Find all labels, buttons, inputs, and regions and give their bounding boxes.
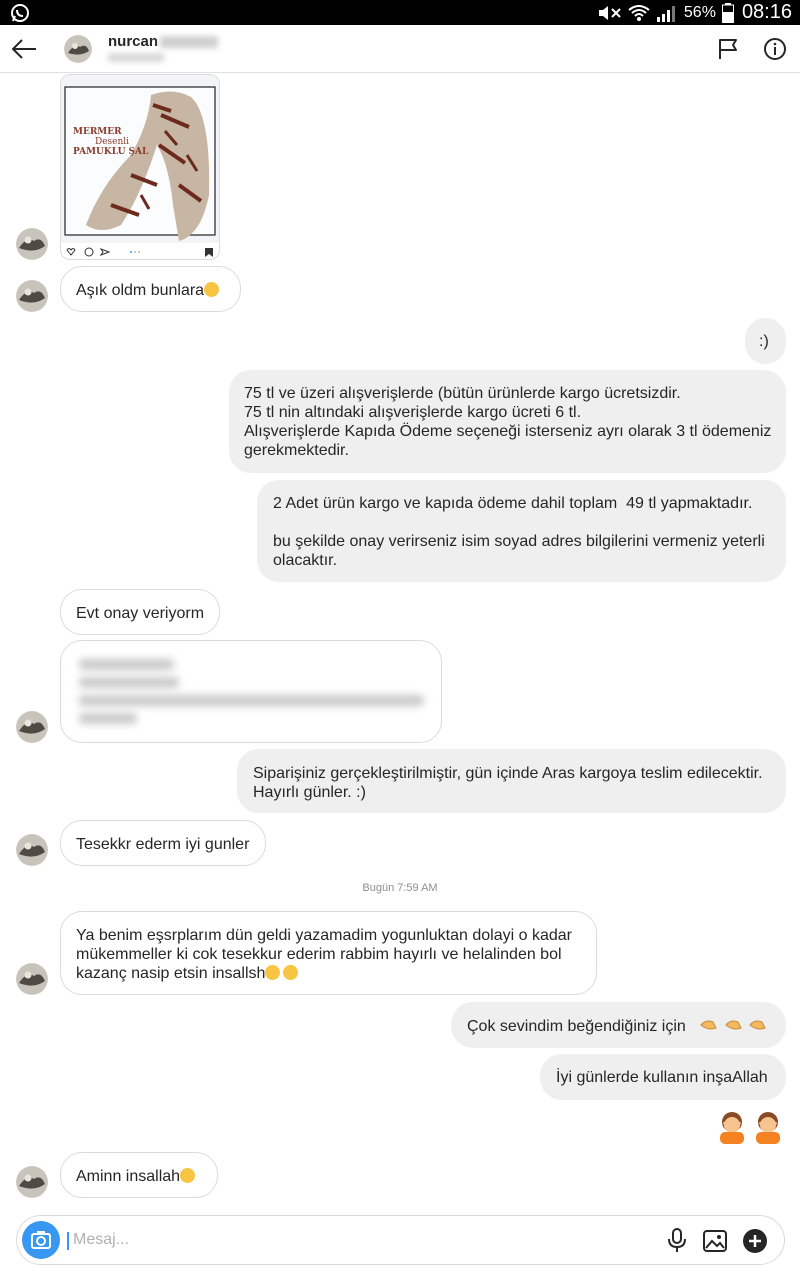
message-outgoing[interactable]: 2 Adet ürün kargo ve kapıda ödeme dahil … [257,480,786,582]
smirk-emoji-icon [283,965,299,980]
message-text: İyi günlerde kullanın inşaAllah [556,1069,768,1086]
status-bar: 56% 08:16 [0,0,800,25]
whatsapp-icon [11,4,29,22]
avatar[interactable] [16,228,48,260]
avatar[interactable] [16,963,48,995]
message-incoming-redacted[interactable] [60,640,442,743]
post-actions-bar [66,247,213,257]
message-text: 75 tl ve üzeri alışverişlerde (bütün ürü… [244,385,772,459]
microphone-icon[interactable] [667,1228,687,1254]
message-incoming[interactable]: Tesekkr ederm iyi gunler [60,820,266,866]
smirk-emoji-icon [265,965,281,980]
wifi-icon [628,4,650,21]
battery-icon [721,2,734,23]
shared-post-image: MERMER Desenli PAMUKLU ŞAL [61,75,219,243]
message-composer [16,1215,785,1265]
message-text: :) [759,333,769,350]
message-text: Tesekkr ederm iyi gunler [76,836,250,853]
info-icon[interactable] [763,37,787,61]
shared-post-subtitle: Desenli [95,137,130,147]
message-outgoing[interactable]: 75 tl ve üzeri alışverişlerde (bütün ürü… [229,370,786,473]
message-text: Aşık oldm bunlara [76,282,205,299]
contact-status-redacted [108,53,164,62]
contact-avatar[interactable] [64,35,92,63]
message-text: Aminn insallah [76,1168,181,1185]
clock: 08:16 [741,1,792,23]
battery-percent: 56% [683,3,716,21]
avatar[interactable] [16,280,48,312]
message-outgoing[interactable]: Siparişiniz gerçekleştirilmiştir, gün iç… [237,749,786,813]
message-text: Ya benim eşsrplarım dün geldi yazamadim … [76,927,572,982]
message-timestamp: Bugün 7:59 AM [362,882,438,894]
message-text: 2 Adet ürün kargo ve kapıda ödeme dahil … [273,495,765,569]
message-incoming[interactable]: Ya benim eşsrplarım dün geldi yazamadim … [60,911,597,995]
see-no-evil-person-emoji-icon [720,1112,780,1144]
message-text: Çok sevindim beğendiğiniz için [467,1018,686,1035]
contact-name[interactable]: nurcan [108,33,219,50]
grinning-emoji-icon [204,282,220,297]
flag-icon[interactable] [716,37,740,61]
avatar[interactable] [16,711,48,743]
mute-icon [598,5,621,20]
shared-post-title: MERMER [73,127,122,137]
message-incoming[interactable]: Evt onay veriyorm [60,589,220,635]
message-outgoing[interactable]: :) [745,318,786,364]
camera-icon [31,1231,51,1249]
camera-button[interactable] [22,1221,60,1259]
smirk-emoji-icon [180,1168,196,1183]
message-outgoing[interactable]: Çok sevindim beğendiğiniz için [451,1002,786,1048]
gallery-icon[interactable] [703,1229,727,1253]
message-text: Evt onay veriyorm [76,605,205,622]
shared-post-caption: PAMUKLU ŞAL [73,147,149,157]
message-outgoing[interactable]: İyi günlerde kullanın inşaAllah [540,1054,786,1100]
message-incoming[interactable]: Aminn insallah [60,1152,218,1198]
avatar[interactable] [16,834,48,866]
chat-header: nurcan [0,25,800,73]
avatar[interactable] [16,1166,48,1198]
shared-post[interactable]: MERMER Desenli PAMUKLU ŞAL [60,74,220,260]
back-arrow-icon[interactable] [10,37,38,61]
plus-icon[interactable] [742,1228,768,1254]
message-text: Siparişiniz gerçekleştirilmiştir, gün iç… [253,765,767,801]
text-cursor [67,1232,69,1250]
signal-icon [656,5,675,22]
message-incoming[interactable]: Aşık oldm bunlara [60,266,241,312]
clapping-hands-emoji-icon [700,1020,766,1030]
message-input[interactable] [73,1226,573,1254]
